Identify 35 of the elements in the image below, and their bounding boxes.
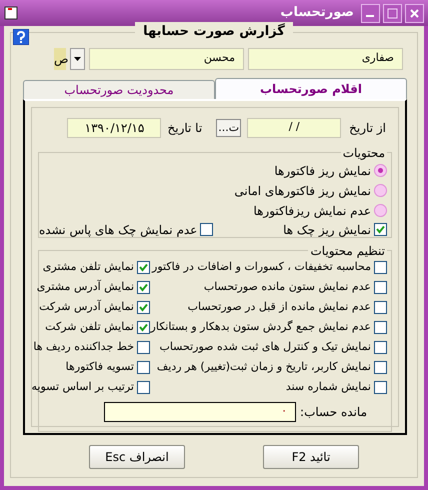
- checkbox-label: نمایش تلفن مشتری: [42, 258, 134, 275]
- tab[interactable]: محدودیت صورتحساب: [23, 80, 215, 98]
- dialog-button[interactable]: تائید F2: [263, 444, 359, 468]
- checkbox-label: خط جداکننده ردیف ها: [33, 338, 134, 355]
- option-label: نمایش ریز فاکتورها: [274, 162, 371, 180]
- field-label: از تاریخ: [349, 120, 386, 136]
- field-label: مانده حساب:: [300, 404, 367, 420]
- checkbox-label: عدم نمایش ستون مانده صورتحساب: [204, 278, 371, 295]
- name-field[interactable]: صفاری: [248, 48, 403, 70]
- checkbox-label: عدم نمایش مانده از قبل در صورتحساب: [188, 298, 371, 315]
- code-field[interactable]: ص: [54, 48, 66, 70]
- checkbox-label: نمایش شماره سند: [286, 378, 371, 395]
- checkbox-label: نمایش آدرس شرکت: [39, 298, 134, 315]
- checkbox-label: نمایش کاربر، تاریخ و زمان ثبت(تغییر) هر ردیف: [156, 358, 371, 375]
- checkbox-label: نمایش ریز چک ها: [283, 222, 371, 238]
- option-label: عدم نمایش ریزفاکتورها: [253, 202, 371, 220]
- dialog-button[interactable]: انصراف Esc: [89, 444, 185, 468]
- date-picker-button[interactable]: ت...: [216, 118, 242, 136]
- checkbox-label: نمایش تلفن شرکت: [45, 318, 134, 335]
- checkbox-label: عدم نمایش جمع گردش ستون بدهکار و بستانکار: [150, 318, 371, 335]
- field-label: تا تاریخ: [167, 120, 202, 136]
- option-label: نمایش ریز فاکتورهای امانی: [234, 182, 371, 200]
- checkbox-label: نمایش آدرس مشتری: [36, 278, 134, 295]
- checkbox-label: ترتیب بر اساس تسویه: [31, 378, 134, 395]
- checkbox-label: نمایش تیک و کنترل های ثبت شده صورتحساب: [159, 338, 371, 355]
- name-field[interactable]: محسن: [89, 48, 244, 70]
- checkbox-label: تسویه فاکتورها: [66, 358, 134, 375]
- window-title: صورتحساب: [280, 4, 354, 22]
- balance-field[interactable]: ۰: [104, 402, 296, 422]
- tab[interactable]: اقلام صورتحساب: [215, 78, 407, 98]
- checkbox-label: عدم نمایش چک های پاس نشده: [39, 222, 198, 238]
- checkbox-label: محاسبه تخفیفات ، کسورات و اضافات در فاکتور: [152, 258, 371, 275]
- date-field[interactable]: ۱۳۹۰/۱۲/۱۵: [67, 118, 162, 138]
- form-heading: گزارش صورت حسابها: [135, 22, 293, 42]
- date-field[interactable]: / /: [247, 118, 342, 138]
